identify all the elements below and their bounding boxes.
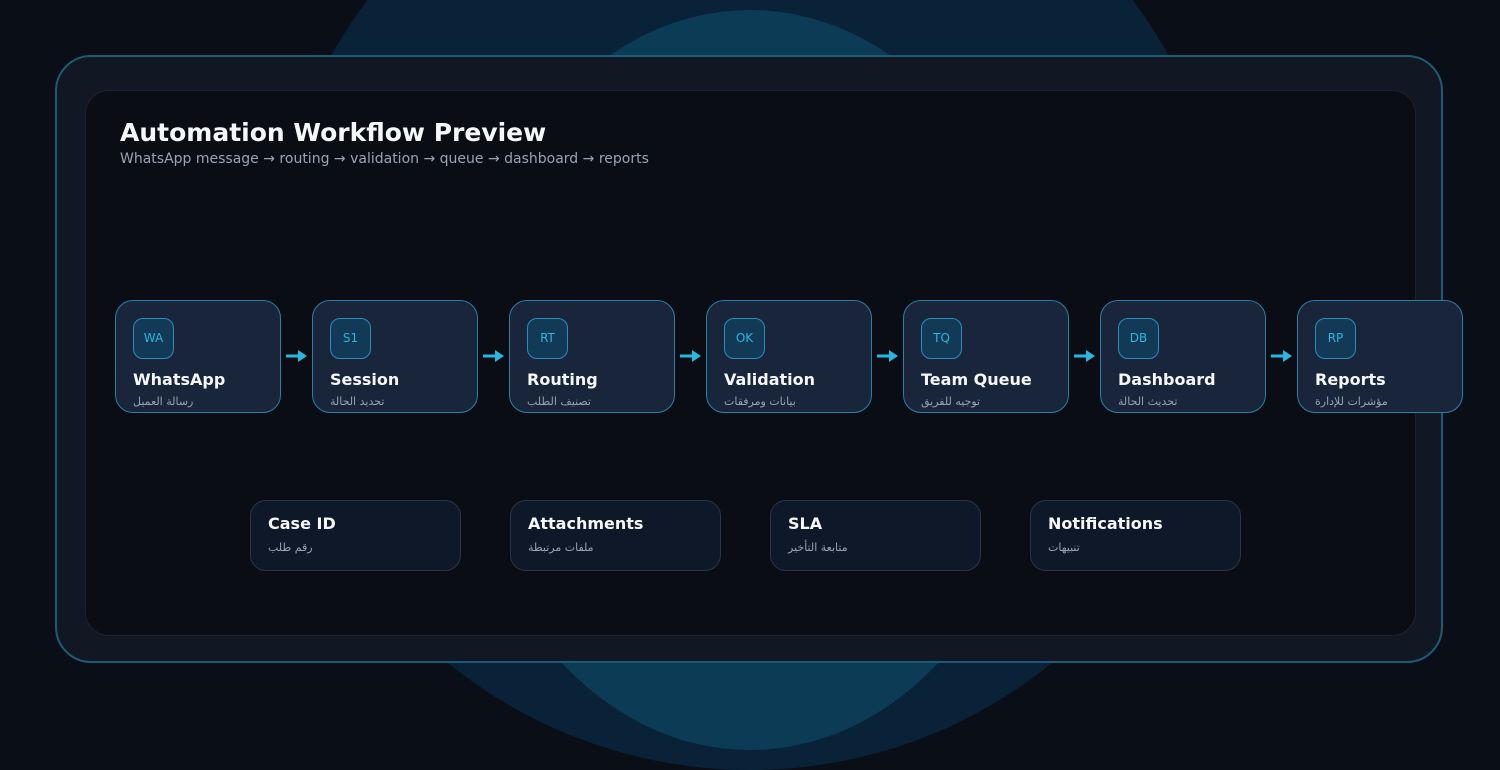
step-label: Session xyxy=(330,370,400,389)
arrow-right-icon xyxy=(1271,350,1292,362)
step-badge: TQ xyxy=(921,318,962,359)
step-label: Reports xyxy=(1315,370,1386,389)
step-label-arabic: مؤشرات للإدارة xyxy=(1315,395,1388,408)
step-label-arabic: رسالة العميل xyxy=(133,395,194,408)
step-label: Routing xyxy=(527,370,598,389)
step-badge: WA xyxy=(133,318,174,359)
step-label: Team Queue xyxy=(921,370,1032,389)
feature-label: Attachments xyxy=(528,514,644,533)
step-session[interactable]: S1 Session تحديد الحالة xyxy=(312,300,478,413)
arrow-right-icon xyxy=(877,350,898,362)
feature-label: Case ID xyxy=(268,514,336,533)
step-label: Validation xyxy=(724,370,816,389)
step-validation[interactable]: OK Validation بيانات ومرفقات xyxy=(706,300,872,413)
arrow-right-icon xyxy=(1074,350,1095,362)
feature-label-arabic: متابعة التأخير xyxy=(788,541,848,554)
page-title: Automation Workflow Preview xyxy=(120,118,547,147)
step-label: WhatsApp xyxy=(133,370,226,389)
step-label-arabic: توجيه للفريق xyxy=(921,395,981,408)
step-label-arabic: بيانات ومرفقات xyxy=(724,395,796,408)
feature-card-notifications[interactable]: Notifications تنبيهات xyxy=(1030,500,1241,571)
step-label-arabic: تحديد الحالة xyxy=(330,395,385,408)
step-routing[interactable]: RT Routing تصنيف الطلب xyxy=(509,300,675,413)
step-badge: RP xyxy=(1315,318,1356,359)
feature-label: SLA xyxy=(788,514,823,533)
step-badge: S1 xyxy=(330,318,371,359)
step-reports[interactable]: RP Reports مؤشرات للإدارة xyxy=(1297,300,1463,413)
feature-card-attachments[interactable]: Attachments ملفات مرتبطة xyxy=(510,500,721,571)
feature-card-sla[interactable]: SLA متابعة التأخير xyxy=(770,500,981,571)
step-label: Dashboard xyxy=(1118,370,1216,389)
feature-label-arabic: تنبيهات xyxy=(1048,541,1080,554)
step-whatsapp[interactable]: WA WhatsApp رسالة العميل xyxy=(115,300,281,413)
page-subtitle: WhatsApp message → routing → validation … xyxy=(120,151,649,167)
arrow-right-icon xyxy=(286,350,307,362)
step-badge: RT xyxy=(527,318,568,359)
step-badge: OK xyxy=(724,318,765,359)
step-label-arabic: تصنيف الطلب xyxy=(527,395,591,408)
feature-label-arabic: ملفات مرتبطة xyxy=(528,541,594,554)
arrow-right-icon xyxy=(680,350,701,362)
feature-label-arabic: رقم طلب xyxy=(268,541,313,554)
step-label-arabic: تحديث الحالة xyxy=(1118,395,1178,408)
step-dashboard[interactable]: DB Dashboard تحديث الحالة xyxy=(1100,300,1266,413)
feature-card-case-id[interactable]: Case ID رقم طلب xyxy=(250,500,461,571)
arrow-right-icon xyxy=(483,350,504,362)
feature-label: Notifications xyxy=(1048,514,1163,533)
step-team-queue[interactable]: TQ Team Queue توجيه للفريق xyxy=(903,300,1069,413)
step-badge: DB xyxy=(1118,318,1159,359)
